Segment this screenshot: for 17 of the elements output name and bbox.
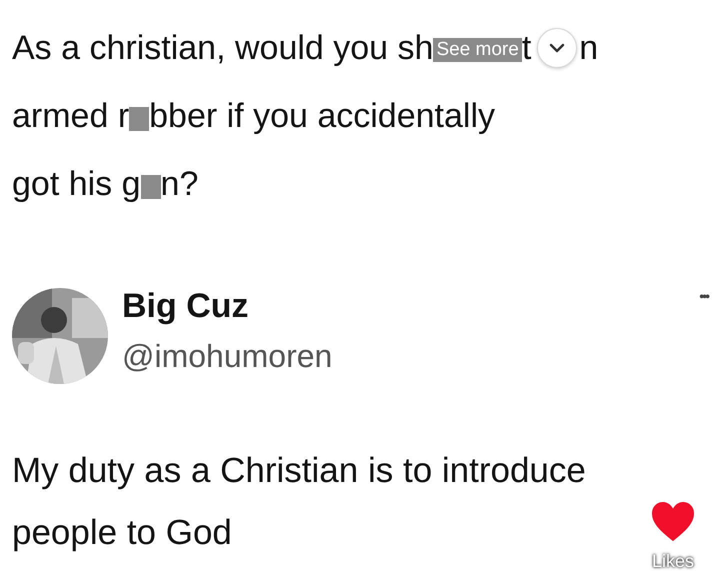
question-text: got his g bbox=[12, 164, 141, 205]
likes-label: Likes bbox=[652, 551, 694, 571]
author-name[interactable]: Big Cuz bbox=[122, 284, 332, 328]
question-text: As a christian, would you sh bbox=[12, 28, 434, 69]
chevron-down-icon bbox=[549, 43, 566, 53]
more-options-button[interactable]: ••• bbox=[699, 288, 708, 304]
question-text: n? bbox=[160, 164, 198, 205]
expand-button[interactable] bbox=[537, 28, 578, 68]
question-text: n bbox=[579, 28, 598, 69]
censor-block bbox=[129, 107, 150, 131]
heart-icon[interactable] bbox=[650, 501, 696, 543]
question-text: armed r bbox=[12, 96, 130, 137]
question-text: t bbox=[522, 28, 532, 69]
author-handle[interactable]: @imohumoren bbox=[122, 334, 332, 378]
reply-text: My duty as a Christian is to introduce people to God bbox=[12, 450, 587, 554]
censor-block bbox=[140, 175, 161, 199]
question-text: bber if you accidentally bbox=[149, 96, 496, 137]
